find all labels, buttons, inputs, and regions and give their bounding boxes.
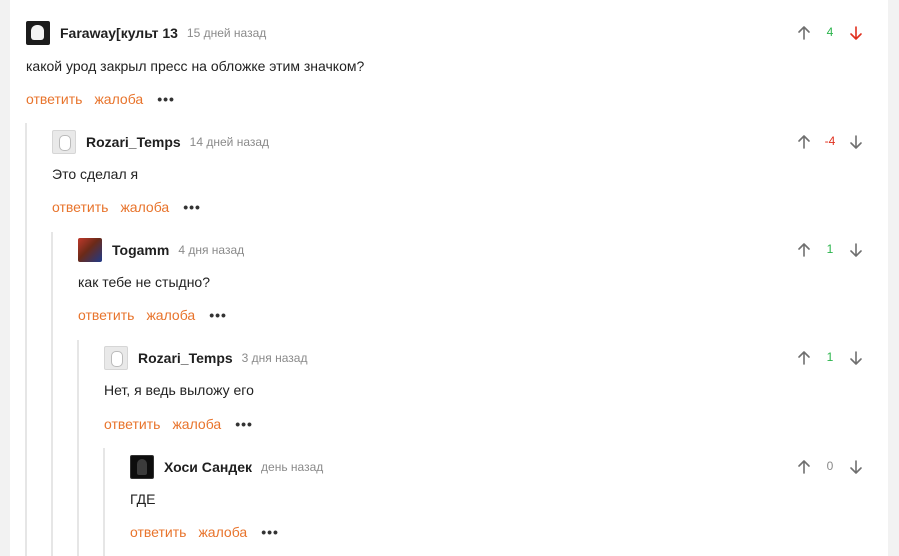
comment-header: Togamm 4 дня назад — [78, 238, 244, 262]
vote-score: 4 — [826, 25, 834, 39]
upvote-arrow-icon[interactable] — [792, 238, 816, 262]
report-link[interactable]: жалоба — [198, 524, 247, 540]
comment-header: Rozari_Temps 3 дня назад — [104, 346, 307, 370]
comment-text: Нет, я ведь выложу его — [104, 382, 254, 398]
more-options-icon[interactable]: ••• — [209, 307, 227, 323]
more-options-icon[interactable]: ••• — [261, 524, 279, 540]
vote-controls: 4 — [792, 21, 868, 45]
comment-text: как тебе не стыдно? — [78, 274, 211, 290]
downvote-arrow-icon[interactable] — [844, 238, 868, 262]
thread-line — [25, 123, 27, 556]
more-options-icon[interactable]: ••• — [235, 416, 253, 432]
reply-link[interactable]: ответить — [26, 91, 82, 107]
thread-line — [51, 232, 53, 556]
comment-actions: ответить жалоба ••• — [78, 307, 227, 323]
comment-actions: ответить жалоба ••• — [104, 416, 253, 432]
report-link[interactable]: жалоба — [120, 199, 169, 215]
report-link[interactable]: жалоба — [172, 416, 221, 432]
vote-controls: 1 — [792, 238, 868, 262]
comment-actions: ответить жалоба ••• — [130, 524, 279, 540]
comment-time[interactable]: 4 дня назад — [178, 243, 244, 257]
comment-header: Хоси Сандек день назад — [130, 455, 323, 479]
upvote-arrow-icon[interactable] — [792, 21, 816, 45]
upvote-arrow-icon[interactable] — [792, 455, 816, 479]
report-link[interactable]: жалоба — [146, 307, 195, 323]
comment-header: Rozari_Temps 14 дней назад — [52, 130, 269, 154]
user-avatar-icon[interactable] — [78, 238, 102, 262]
comment-text: ГДЕ — [130, 491, 156, 507]
more-options-icon[interactable]: ••• — [183, 199, 201, 215]
comments-panel: Faraway[культ 13 15 дней назад какой уро… — [10, 0, 888, 556]
comment-text: Это сделал я — [52, 166, 139, 182]
vote-controls: 0 — [792, 455, 868, 479]
comment-author[interactable]: Хоси Сандек — [164, 459, 252, 475]
vote-controls: 1 — [792, 346, 868, 370]
comment-author[interactable]: Togamm — [112, 242, 169, 258]
comment-author[interactable]: Rozari_Temps — [138, 350, 233, 366]
vote-score: 0 — [826, 459, 834, 473]
upvote-arrow-icon[interactable] — [792, 346, 816, 370]
thread-line — [77, 340, 79, 556]
user-avatar-icon[interactable] — [104, 346, 128, 370]
comment-time[interactable]: 3 дня назад — [242, 351, 308, 365]
comment-author[interactable]: Faraway[культ 13 — [60, 25, 178, 41]
comment-time[interactable]: 15 дней назад — [187, 26, 266, 40]
comment-time[interactable]: 14 дней назад — [190, 135, 269, 149]
downvote-arrow-icon[interactable] — [844, 21, 868, 45]
more-options-icon[interactable]: ••• — [157, 91, 175, 107]
downvote-arrow-icon[interactable] — [844, 455, 868, 479]
upvote-arrow-icon[interactable] — [792, 130, 816, 154]
report-link[interactable]: жалоба — [94, 91, 143, 107]
user-avatar-icon[interactable] — [52, 130, 76, 154]
vote-controls: -4 — [792, 130, 868, 154]
vote-score: 1 — [826, 350, 834, 364]
user-avatar-icon[interactable] — [130, 455, 154, 479]
thread-line — [103, 448, 105, 556]
comment-header: Faraway[культ 13 15 дней назад — [26, 21, 266, 45]
downvote-arrow-icon[interactable] — [844, 130, 868, 154]
user-avatar-icon[interactable] — [26, 21, 50, 45]
vote-score: 1 — [826, 242, 834, 256]
reply-link[interactable]: ответить — [130, 524, 186, 540]
downvote-arrow-icon[interactable] — [844, 346, 868, 370]
comment-actions: ответить жалоба ••• — [26, 91, 175, 107]
reply-link[interactable]: ответить — [52, 199, 108, 215]
vote-score: -4 — [824, 134, 836, 148]
reply-link[interactable]: ответить — [104, 416, 160, 432]
comment-time[interactable]: день назад — [261, 460, 323, 474]
comment-actions: ответить жалоба ••• — [52, 199, 201, 215]
comment-text: какой урод закрыл пресс на обложке этим … — [26, 58, 365, 74]
comment-author[interactable]: Rozari_Temps — [86, 134, 181, 150]
reply-link[interactable]: ответить — [78, 307, 134, 323]
